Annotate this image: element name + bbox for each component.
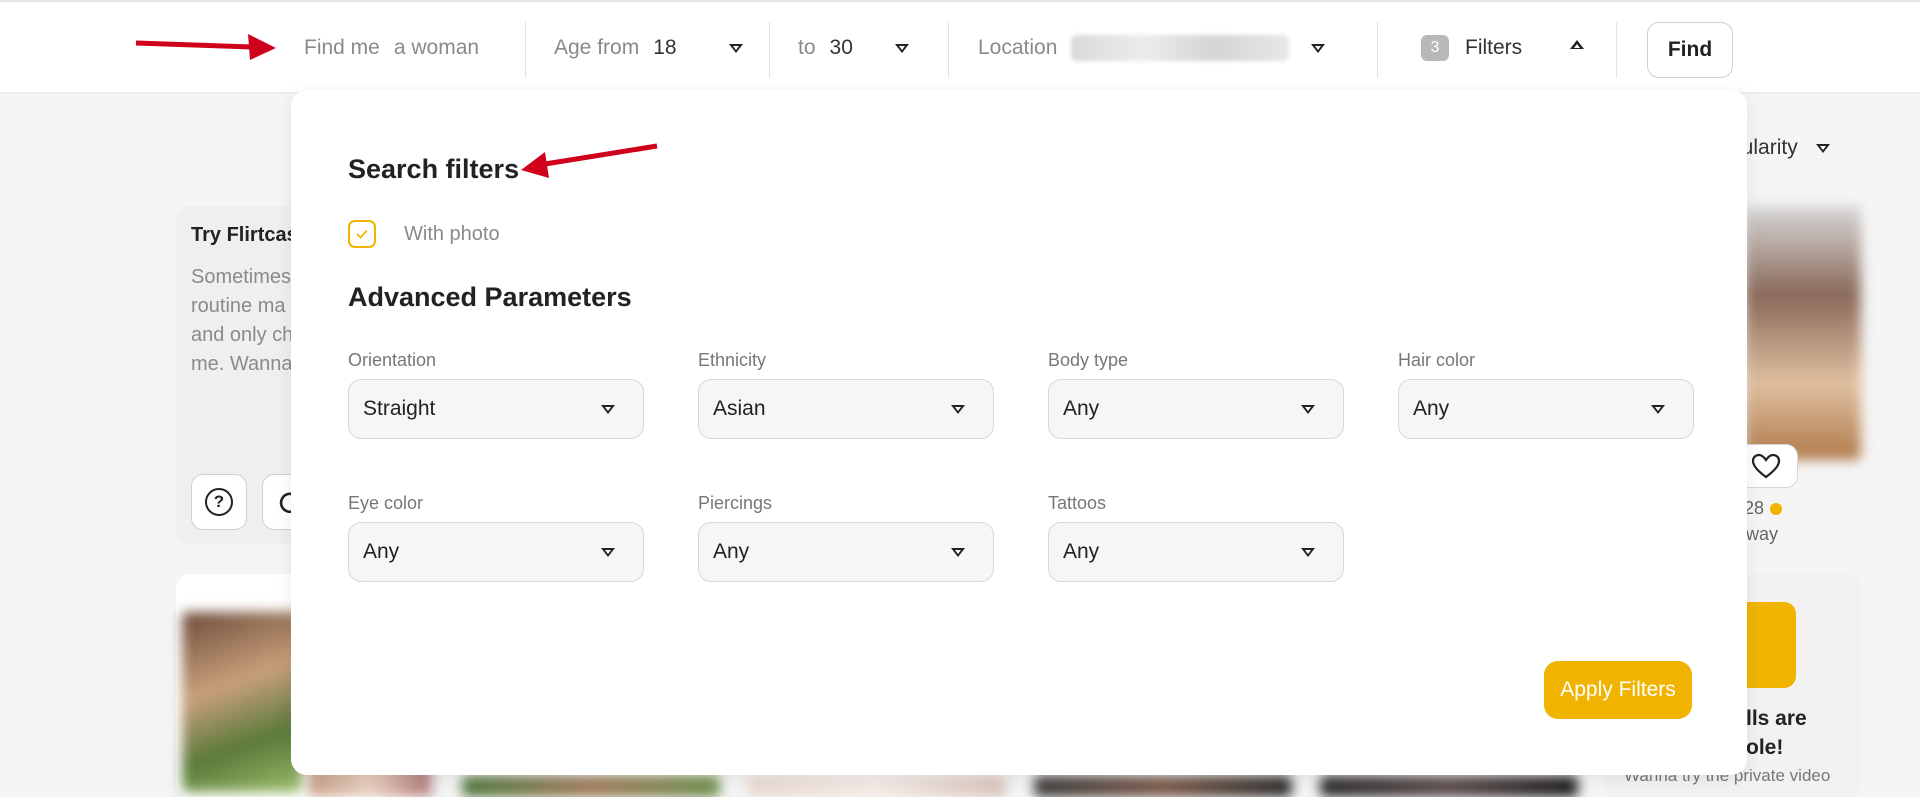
find-me-label: Find me [304, 36, 380, 59]
hair-color-field: Hair color Any [1398, 350, 1694, 439]
eye-color-value: Any [363, 540, 400, 563]
gender-selector[interactable]: Find me a woman [304, 2, 479, 94]
red-arrow-annotation [135, 34, 276, 60]
hair-color-select[interactable]: Any [1398, 379, 1694, 439]
search-bar: Find me a woman Age from 18 to 30 Locati… [0, 0, 1920, 92]
with-photo-label: With photo [404, 222, 500, 245]
age-to-label: to [798, 36, 816, 59]
video-promo-title: lls are ole! [1746, 707, 1807, 759]
ethnicity-value: Asian [713, 397, 766, 420]
location-value-redacted [1071, 35, 1290, 61]
body-type-select[interactable]: Any [1048, 379, 1344, 439]
search-filters-title: Search filters [348, 154, 520, 184]
help-button[interactable]: ? [191, 474, 247, 530]
piercings-field: Piercings Any [698, 493, 994, 582]
age-to-selector[interactable]: to 30 [798, 2, 909, 94]
tattoos-label: Tattoos [1048, 493, 1107, 513]
find-button[interactable]: Find [1647, 22, 1733, 78]
filters-toggle[interactable]: 3 Filters [1421, 2, 1585, 94]
ethnicity-field: Ethnicity Asian [698, 350, 994, 439]
body-type-label: Body type [1048, 350, 1129, 370]
chevron-down-icon [1815, 143, 1830, 153]
ethnicity-label: Ethnicity [698, 350, 767, 370]
profile-photo[interactable] [748, 776, 1006, 797]
ethnicity-select[interactable]: Asian [698, 379, 994, 439]
with-photo-checkbox[interactable]: With photo [348, 220, 500, 248]
online-dot [1770, 503, 1783, 516]
hair-color-label: Hair color [1398, 350, 1476, 370]
checkbox-checked[interactable] [348, 220, 376, 248]
chevron-down-icon [601, 404, 615, 414]
filters-label: Filters [1465, 36, 1523, 59]
piercings-label: Piercings [698, 493, 773, 513]
profile-distance: way [1746, 524, 1779, 544]
body-type-field: Body type Any [1048, 350, 1344, 439]
profile-photo[interactable] [182, 612, 302, 792]
body-type-value: Any [1063, 397, 1100, 420]
search-filters-panel: Search filters With photo Advanced Param… [291, 90, 1747, 775]
hair-color-value: Any [1413, 397, 1450, 420]
check-icon [356, 229, 368, 239]
age-to-value: 30 [829, 36, 853, 59]
chevron-down-icon [728, 43, 743, 53]
location-label: Location [978, 36, 1058, 59]
find-me-value: a woman [393, 36, 480, 59]
profile-photo[interactable] [1320, 776, 1578, 797]
eye-color-field: Eye color Any [348, 493, 644, 582]
chevron-down-icon [894, 43, 909, 53]
heart-icon [1751, 453, 1781, 479]
apply-filters-button[interactable]: Apply Filters [1544, 661, 1692, 719]
location-selector[interactable]: Location [978, 2, 1326, 94]
profile-photo[interactable] [1034, 776, 1292, 797]
orientation-label: Orientation [348, 350, 437, 370]
tattoos-select[interactable]: Any [1048, 522, 1344, 582]
piercings-value: Any [713, 540, 750, 563]
chevron-down-icon [601, 547, 615, 557]
age-from-selector[interactable]: Age from 18 [554, 2, 743, 94]
orientation-select[interactable]: Straight [348, 379, 644, 439]
orientation-value: Straight [363, 397, 436, 420]
profile-age: 28 [1744, 498, 1783, 519]
filters-count-badge: 3 [1421, 35, 1449, 61]
eye-color-label: Eye color [348, 493, 424, 513]
age-from-label: Age from [554, 36, 640, 59]
help-icon: ? [205, 488, 233, 516]
chevron-down-icon [951, 547, 965, 557]
red-arrow-annotation [521, 143, 658, 178]
tattoos-field: Tattoos Any [1048, 493, 1344, 582]
profile-photo[interactable] [462, 776, 720, 797]
eye-color-select[interactable]: Any [348, 522, 644, 582]
chevron-down-icon [1301, 547, 1315, 557]
chevron-down-icon [1311, 43, 1326, 53]
tattoos-value: Any [1063, 540, 1100, 563]
orientation-field: Orientation Straight [348, 350, 644, 439]
chevron-up-icon [1570, 39, 1585, 49]
piercings-select[interactable]: Any [698, 522, 994, 582]
age-from-value: 18 [653, 36, 677, 59]
profile-photo[interactable] [1745, 206, 1861, 460]
chevron-down-icon [951, 404, 965, 414]
advanced-parameters-title: Advanced Parameters [348, 282, 632, 312]
chevron-down-icon [1301, 404, 1315, 414]
chevron-down-icon [1651, 404, 1665, 414]
